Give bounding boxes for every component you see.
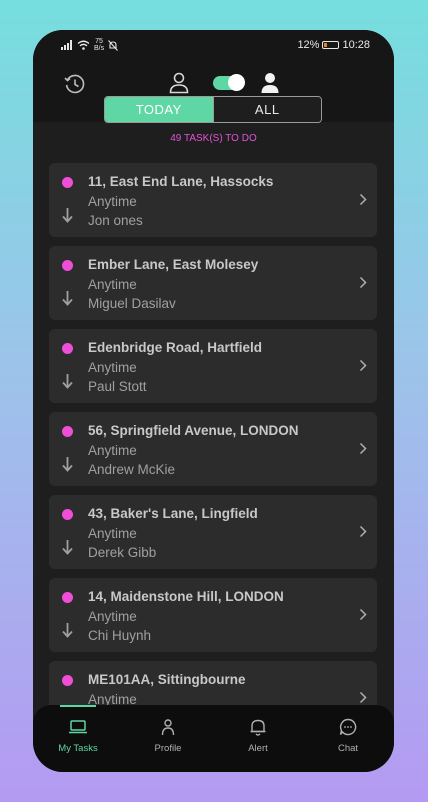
task-person: Miguel Dasilav: [88, 296, 176, 311]
task-time: Anytime: [88, 194, 137, 209]
task-time: Anytime: [88, 526, 137, 541]
speed-value: 75: [95, 38, 103, 45]
nav-label: Chat: [337, 743, 359, 754]
toggle-switch[interactable]: [213, 74, 245, 91]
signal-icon: [61, 40, 72, 50]
chevron-right-icon: [359, 276, 367, 289]
phone-screen: 75 B/s 12% 10:28 TODAY ALL 49 TASK(S) TO…: [33, 30, 394, 772]
task-address: 43, Baker's Lane, Lingfield: [88, 506, 258, 521]
chevron-right-icon: [359, 193, 367, 206]
network-speed: 75 B/s: [94, 38, 104, 52]
history-icon[interactable]: [63, 72, 87, 96]
chevron-right-icon: [359, 691, 367, 704]
task-person: Paul Stott: [88, 379, 147, 394]
chevron-right-icon: [359, 359, 367, 372]
task-card[interactable]: Edenbridge Road, Hartfield Anytime Paul …: [49, 329, 377, 403]
status-right: 12% 10:28: [297, 39, 370, 51]
clock: 10:28: [342, 39, 370, 51]
nav-my-tasks[interactable]: My Tasks: [33, 705, 123, 772]
chevron-right-icon: [359, 442, 367, 455]
task-time: Anytime: [88, 360, 137, 375]
chevron-right-icon: [359, 608, 367, 621]
speed-unit: B/s: [94, 45, 105, 52]
nav-label: My Tasks: [58, 743, 98, 754]
task-address: 11, East End Lane, Hassocks: [88, 174, 274, 189]
bell-muted-icon: [108, 39, 119, 51]
arrow-down-icon: [62, 457, 73, 472]
task-person: Jon ones: [88, 213, 143, 228]
nav-chat[interactable]: Chat: [303, 705, 393, 772]
task-card[interactable]: 14, Maidenstone Hill, LONDON Anytime Chi…: [49, 578, 377, 652]
battery-percent: 12%: [297, 39, 320, 51]
status-dot: [62, 177, 73, 188]
bell-icon: [250, 719, 266, 736]
status-dot: [62, 509, 73, 520]
status-dot: [62, 675, 73, 686]
nav-label: Profile: [154, 743, 182, 754]
task-address: Ember Lane, East Molesey: [88, 257, 259, 272]
task-person: Chi Huynh: [88, 628, 152, 643]
status-dot: [62, 426, 73, 437]
task-address: 14, Maidenstone Hill, LONDON: [88, 589, 284, 604]
task-count: 49 TASK(S) TO DO: [170, 133, 257, 144]
task-card[interactable]: 56, Springfield Avenue, LONDON Anytime A…: [49, 412, 377, 486]
battery-icon: [322, 41, 340, 49]
person-outline-icon[interactable]: [168, 71, 190, 95]
laptop-icon: [69, 720, 87, 734]
arrow-down-icon: [62, 623, 73, 638]
task-card[interactable]: 11, East End Lane, Hassocks Anytime Jon …: [49, 163, 377, 237]
toggle-knob: [228, 74, 245, 91]
task-card[interactable]: 43, Baker's Lane, Lingfield Anytime Dere…: [49, 495, 377, 569]
nav-label: Alert: [248, 743, 268, 754]
task-card[interactable]: Ember Lane, East Molesey Anytime Miguel …: [49, 246, 377, 320]
person-icon: [161, 719, 175, 736]
top-bar: TODAY ALL: [33, 60, 394, 123]
status-dot: [62, 592, 73, 603]
status-left: 75 B/s: [61, 38, 119, 52]
status-bar: 75 B/s 12% 10:28: [33, 30, 394, 60]
arrow-down-icon: [62, 374, 73, 389]
arrow-down-icon: [62, 208, 73, 223]
task-time: Anytime: [88, 609, 137, 624]
nav-profile[interactable]: Profile: [123, 705, 213, 772]
tab-today[interactable]: TODAY: [105, 97, 213, 122]
task-person: Andrew McKie: [88, 462, 176, 477]
tab-all[interactable]: ALL: [212, 97, 321, 122]
task-person: Derek Gibb: [88, 545, 157, 560]
day-filter-segment: TODAY ALL: [104, 96, 322, 123]
task-time: Anytime: [88, 443, 137, 458]
chevron-right-icon: [359, 525, 367, 538]
task-address: 56, Springfield Avenue, LONDON: [88, 423, 299, 438]
arrow-down-icon: [62, 291, 73, 306]
status-dot: [62, 260, 73, 271]
task-time: Anytime: [88, 277, 137, 292]
task-address: ME101AA, Sittingbourne: [88, 672, 246, 687]
task-address: Edenbridge Road, Hartfield: [88, 340, 263, 355]
status-dot: [62, 343, 73, 354]
wifi-icon: [77, 40, 90, 50]
chat-bubble-icon: [339, 718, 357, 736]
arrow-down-icon: [62, 540, 73, 555]
person-filled-icon[interactable]: [259, 71, 281, 95]
bottom-nav: My Tasks Profile Alert Chat: [33, 705, 394, 772]
nav-alert[interactable]: Alert: [213, 705, 303, 772]
